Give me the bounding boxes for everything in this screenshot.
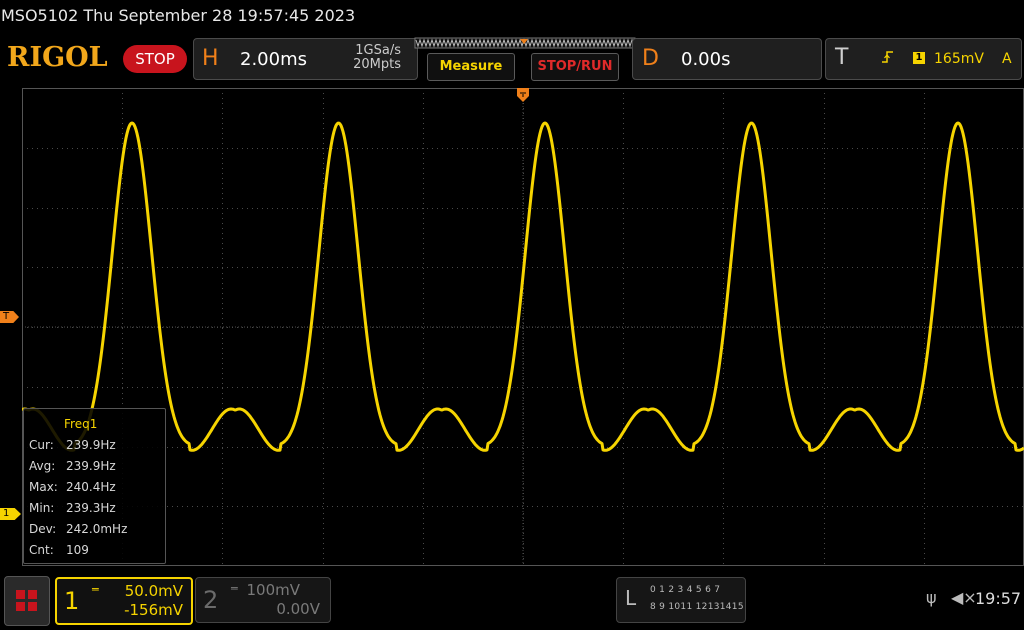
delay-value: 0.00s <box>681 49 731 70</box>
delay-panel[interactable]: D 0.00s <box>632 38 822 80</box>
home-button[interactable] <box>4 576 50 626</box>
usb-icon: ψ <box>926 588 937 607</box>
measurement-value: 239.3Hz <box>66 501 116 515</box>
sample-rate: 1GSa/s <box>355 43 401 58</box>
trigger-level-marker[interactable]: T <box>0 311 19 323</box>
trigger-level: 165mV <box>934 51 984 67</box>
memory-depth: 20Mpts <box>353 57 401 72</box>
horizontal-panel[interactable]: H 2.00ms 1GSa/s 20Mpts <box>193 38 418 80</box>
measurement-label: Avg: <box>29 459 56 473</box>
channel1-panel[interactable]: 1 ═ 50.0mV -156mV <box>55 577 193 625</box>
rising-edge-icon <box>882 51 893 63</box>
status-line: MSO5102 Thu September 28 19:57:45 2023 <box>0 0 1024 34</box>
logic-letter: L <box>625 586 637 610</box>
waveform-display[interactable] <box>22 88 1024 566</box>
rigol-logo: RIGOL <box>7 42 108 73</box>
logic-analyzer-panel[interactable]: L 0 1 2 3 4 5 6 7 8 9 1011 12131415 <box>616 577 746 623</box>
run-state-badge[interactable]: STOP <box>123 45 187 73</box>
trigger-mode: A <box>1002 51 1012 67</box>
timebase-value: 2.00ms <box>240 49 307 70</box>
dc-coupling-icon: ═ <box>231 582 238 595</box>
trigger-source: 1 <box>913 52 925 64</box>
acquisition-info: 1GSa/s 20Mpts <box>353 44 401 72</box>
channel1-number: 1 <box>64 587 80 615</box>
delay-letter: D <box>642 46 659 71</box>
measurement-label: Dev: <box>29 522 57 536</box>
graticule <box>22 88 1024 566</box>
channel2-panel[interactable]: 2 ═ 100mV 0.00V <box>195 577 331 623</box>
measurement-value: 239.9Hz <box>66 459 116 473</box>
dc-coupling-icon: ═ <box>92 583 99 596</box>
measurement-label: Min: <box>29 501 55 515</box>
system-clock: 19:57 <box>975 589 1022 608</box>
measure-button[interactable]: Measure <box>427 53 515 81</box>
measurement-value: 240.4Hz <box>66 480 116 494</box>
channel1-offset: -156mV <box>124 601 183 619</box>
horizontal-letter: H <box>202 46 219 71</box>
channel2-number: 2 <box>203 586 219 614</box>
trigger-position-marker <box>517 88 529 102</box>
home-grid-icon <box>16 590 37 611</box>
speaker-muted-icon[interactable]: ◀× <box>951 588 977 607</box>
memory-position-bar[interactable] <box>414 37 636 49</box>
measurement-panel: Freq1 Cur: 239.9Hz Avg: 239.9Hz Max: 240.4Hz M… <box>23 408 166 564</box>
measurement-value: 239.9Hz <box>66 438 116 452</box>
logic-channels-low: 0 1 2 3 4 5 6 7 <box>650 585 721 595</box>
model-datetime: MSO5102 Thu September 28 19:57:45 2023 <box>1 6 356 25</box>
logic-channels-high: 8 9 1011 12131415 <box>650 602 744 612</box>
measurement-value: 109 <box>66 543 89 557</box>
channel1-offset-marker[interactable]: 1 <box>0 508 21 520</box>
measurement-value: 242.0mHz <box>66 522 128 536</box>
trigger-panel[interactable]: T 1 165mV A <box>825 38 1022 80</box>
stop-run-button[interactable]: STOP/RUN <box>531 53 619 81</box>
channel2-offset: 0.00V <box>276 600 320 618</box>
measurement-title: Freq1 <box>64 417 98 431</box>
channel1-scale: 50.0mV <box>124 582 183 600</box>
trigger-letter: T <box>835 45 849 70</box>
measurement-label: Cnt: <box>29 543 54 557</box>
channel2-scale: 100mV <box>246 581 300 599</box>
measurement-label: Max: <box>29 480 58 494</box>
measurement-label: Cur: <box>29 438 54 452</box>
